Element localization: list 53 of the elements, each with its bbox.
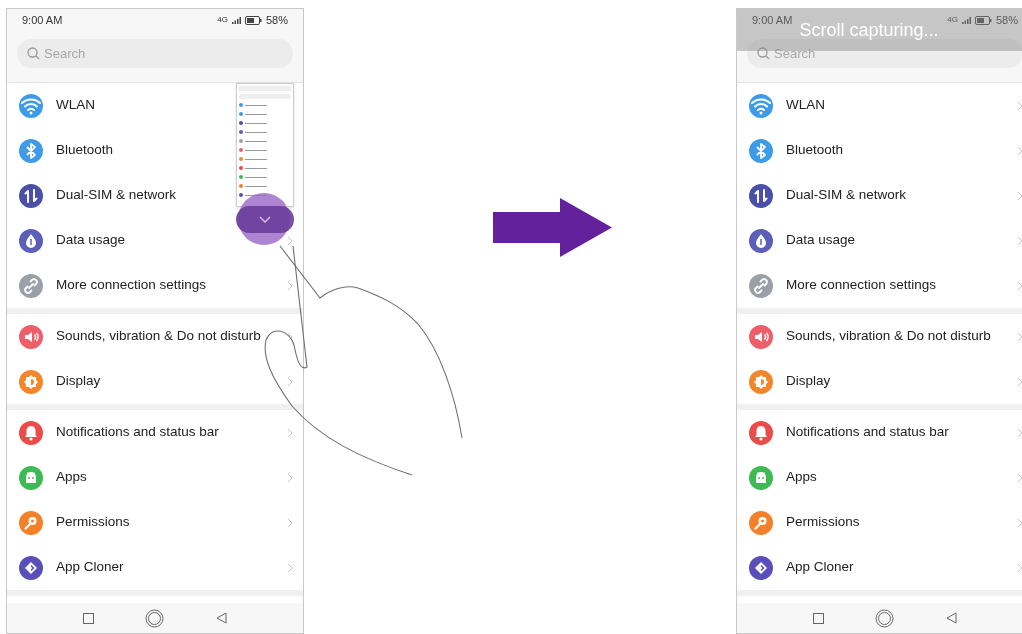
network-type: 4G	[947, 16, 958, 24]
settings-row[interactable]: Display	[737, 359, 1022, 404]
network-type: 4G	[217, 16, 228, 24]
signal-icon	[231, 16, 241, 24]
settings-row[interactable]: Bluetooth	[737, 128, 1022, 173]
settings-row[interactable]: App Cloner	[7, 545, 303, 590]
chevron-icon	[287, 376, 293, 387]
search-icon	[27, 47, 40, 60]
settings-row[interactable]: Apps	[7, 455, 303, 500]
settings-row[interactable]: More connection settings	[737, 263, 1022, 308]
back-icon[interactable]	[946, 612, 958, 624]
search-field[interactable]: Search	[17, 39, 293, 68]
chevron-icon	[287, 562, 293, 573]
settings-row[interactable]: Bluetooth	[7, 128, 303, 173]
back-icon[interactable]	[216, 612, 228, 624]
settings-row[interactable]: WLAN	[7, 83, 303, 128]
settings-row[interactable]: App Cloner	[737, 545, 1022, 590]
home-icon[interactable]	[875, 608, 895, 628]
search-icon	[757, 47, 770, 60]
settings-row[interactable]: Dual-SIM & network	[737, 173, 1022, 218]
scroll-shot-button[interactable]	[236, 206, 294, 233]
square-icon[interactable]	[82, 612, 94, 624]
settings-row[interactable]: Notifications and status bar	[737, 410, 1022, 455]
battery-percent: 58%	[265, 12, 288, 28]
battery-icon	[974, 15, 992, 25]
signal-icon	[961, 16, 971, 24]
settings-row[interactable]: Permissions	[7, 500, 303, 545]
chevron-icon	[287, 331, 293, 342]
settings-row[interactable]: WLAN	[737, 83, 1022, 128]
settings-row[interactable]: Dual-SIM & network	[7, 173, 303, 218]
settings-row[interactable]: More connection settings	[7, 263, 303, 308]
chevron-icon	[287, 427, 293, 438]
settings-row[interactable]: Data usage	[737, 218, 1022, 263]
settings-row[interactable]: Sounds, vibration & Do not disturb	[737, 314, 1022, 359]
home-icon[interactable]	[145, 608, 165, 628]
chevron-icon	[287, 517, 293, 528]
chevron-icon	[287, 472, 293, 483]
battery-icon	[244, 15, 262, 25]
settings-row[interactable]: Sounds, vibration & Do not disturb	[7, 314, 303, 359]
square-icon[interactable]	[812, 612, 824, 624]
status-time: 9:00 AM	[22, 12, 63, 28]
search-field[interactable]: Search	[747, 39, 1022, 68]
chevron-icon	[287, 235, 293, 246]
settings-row[interactable]: Notifications and status bar	[7, 410, 303, 455]
status-time: 9:00 AM	[752, 12, 793, 28]
battery-percent: 58%	[995, 12, 1018, 28]
arrow-icon	[493, 198, 612, 257]
banner-text: Scroll capturing...	[799, 18, 939, 42]
settings-row[interactable]: Permissions	[737, 500, 1022, 545]
chevron-icon	[287, 280, 293, 291]
settings-row[interactable]: Apps	[737, 455, 1022, 500]
chevron-down-icon	[259, 216, 271, 223]
settings-row[interactable]: Display	[7, 359, 303, 404]
